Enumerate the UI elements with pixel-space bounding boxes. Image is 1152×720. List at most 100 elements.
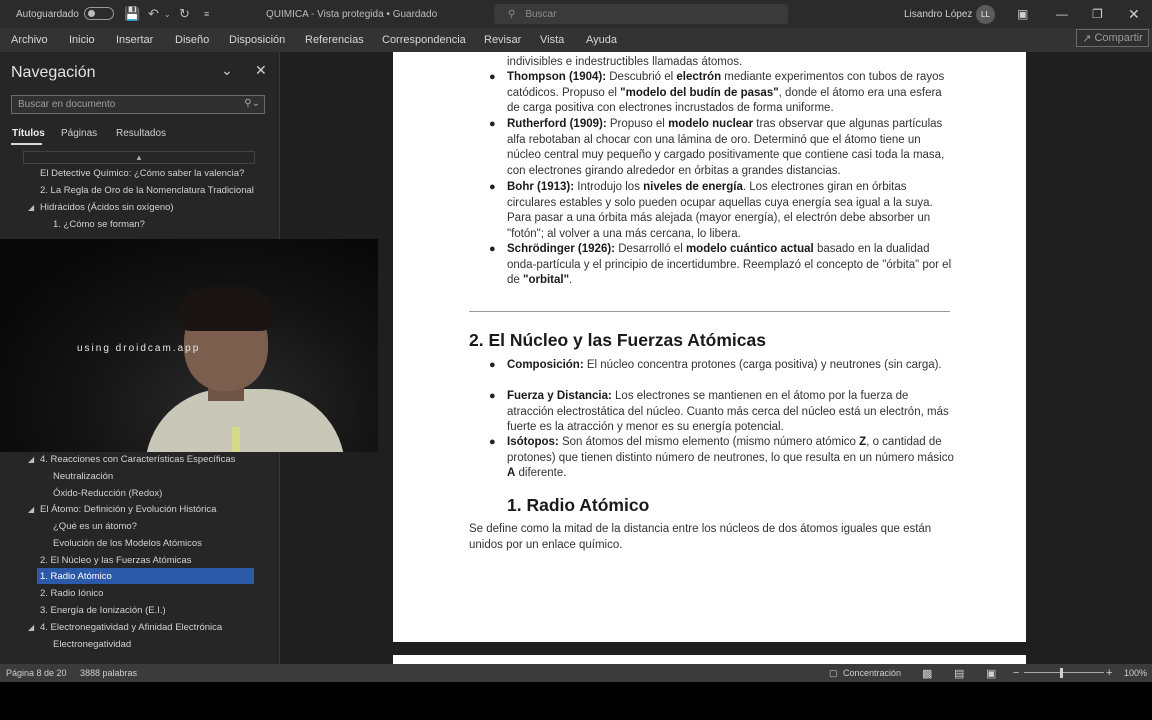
nav-tab-paginas[interactable]: Páginas xyxy=(61,128,97,139)
nav-tab-resultados[interactable]: Resultados xyxy=(116,128,166,139)
nav-item-label: 4. Electronegatividad y Afinidad Electró… xyxy=(40,621,223,633)
tab-revisar[interactable]: Revisar xyxy=(484,28,521,52)
close-icon[interactable]: ✕ xyxy=(1128,0,1140,28)
person-hair xyxy=(178,287,274,331)
search-placeholder: Buscar xyxy=(525,8,557,20)
tab-referencias[interactable]: Referencias xyxy=(305,28,364,52)
tab-disposicion[interactable]: Disposición xyxy=(229,28,285,52)
expand-triangle-icon[interactable]: ◢ xyxy=(28,505,34,514)
nav-item[interactable]: ◢ 4. Reacciones con Características Espe… xyxy=(28,451,236,467)
nav-item[interactable]: Electronegatividad xyxy=(53,636,131,652)
focus-icon[interactable]: ▢ xyxy=(829,664,838,682)
tab-ayuda[interactable]: Ayuda xyxy=(586,28,617,52)
nav-item[interactable]: 2. La Regla de Oro de la Nomenclatura Tr… xyxy=(40,182,254,198)
list-item: Bohr (1913): Introdujo los niveles de en… xyxy=(507,181,933,240)
title-bar: Autoguardado 💾 ↶ ⌄ ↻ ≡ QUIMICA - Vista p… xyxy=(0,0,1152,28)
tab-correspondencia[interactable]: Correspondencia xyxy=(382,28,466,52)
tab-archivo[interactable]: Archivo xyxy=(11,28,48,52)
expand-triangle-icon[interactable]: ◢ xyxy=(28,203,34,212)
tab-diseno[interactable]: Diseño xyxy=(175,28,209,52)
nav-item[interactable]: 2. El Núcleo y las Fuerzas Atómicas xyxy=(40,552,192,568)
paragraph: indivisibles e indestructibles llamadas … xyxy=(507,56,743,68)
nav-search-placeholder: Buscar en documento xyxy=(18,99,116,110)
webcam-watermark: using droidcam.app xyxy=(77,343,201,354)
tab-insertar[interactable]: Insertar xyxy=(116,28,153,52)
tab-vista[interactable]: Vista xyxy=(540,28,564,52)
nav-item[interactable]: Óxido-Reducción (Redox) xyxy=(53,485,162,501)
bullet: ● xyxy=(489,359,496,371)
zoom-out-icon[interactable]: − xyxy=(1013,664,1019,682)
scroll-up-bar[interactable]: ▲ xyxy=(23,151,255,164)
nav-item[interactable]: Evolución de los Modelos Atómicos xyxy=(53,535,202,551)
web-layout-icon[interactable]: ▣ xyxy=(986,664,996,682)
nav-item-label: 4. Reacciones con Características Especí… xyxy=(40,453,236,465)
redo-icon[interactable]: ↻ xyxy=(179,0,190,28)
user-name[interactable]: Lisandro López xyxy=(904,0,972,28)
customize-toolbar-icon[interactable]: ≡ xyxy=(204,0,209,28)
page-counter[interactable]: Página 8 de 20 xyxy=(6,664,67,682)
next-page[interactable] xyxy=(393,655,1026,664)
zoom-slider-thumb[interactable] xyxy=(1060,668,1063,678)
save-icon[interactable]: 💾 xyxy=(124,0,140,28)
bullet: ● xyxy=(489,436,496,448)
document-title[interactable]: QUIMICA - Vista protegida • Guardado xyxy=(266,0,437,28)
undo-icon[interactable]: ↶ xyxy=(148,0,159,28)
word-count[interactable]: 3888 palabras xyxy=(80,664,137,682)
word-window: Autoguardado 💾 ↶ ⌄ ↻ ≡ QUIMICA - Vista p… xyxy=(0,0,1152,720)
zoom-in-icon[interactable]: + xyxy=(1106,664,1112,682)
bullet: ● xyxy=(489,71,496,83)
nav-close-icon[interactable]: ✕ xyxy=(255,62,267,79)
document-area[interactable]: indivisibles e indestructibles llamadas … xyxy=(281,52,1152,664)
undo-dropdown-icon[interactable]: ⌄ xyxy=(164,0,171,28)
list-item: Isótopos: Son átomos del mismo elemento … xyxy=(507,436,954,479)
list-item: Schrödinger (1926): Desarrolló el modelo… xyxy=(507,243,952,286)
nav-item[interactable]: El Detective Químico: ¿Cómo saber la val… xyxy=(40,165,244,181)
section-heading: 2. El Núcleo y las Fuerzas Atómicas xyxy=(469,330,766,350)
share-icon: ↗ xyxy=(1082,32,1092,45)
nav-search-input[interactable]: Buscar en documento ⚲⌄ xyxy=(11,95,265,114)
nav-item[interactable]: 2. Radio Iónico xyxy=(40,585,103,601)
autosave-toggle[interactable] xyxy=(84,7,114,20)
collapse-up-icon: ▲ xyxy=(135,153,143,162)
horizontal-rule xyxy=(469,311,950,312)
person-strap xyxy=(232,427,240,452)
nav-item[interactable]: ◢ El Átomo: Definición y Evolución Histó… xyxy=(28,501,217,517)
nav-item-selected[interactable]: 1. Radio Atómico xyxy=(37,568,254,584)
avatar[interactable]: LL xyxy=(976,5,995,24)
share-button[interactable]: ↗ Compartir xyxy=(1076,29,1149,47)
search-box[interactable]: ⚲ Buscar xyxy=(494,4,788,24)
nav-item-label: El Átomo: Definición y Evolución Históri… xyxy=(40,503,217,515)
focus-mode-button[interactable]: Concentración xyxy=(843,664,901,682)
nav-tab-titulos[interactable]: Títulos xyxy=(12,128,45,139)
list-item: Rutherford (1909): Propuso el modelo nuc… xyxy=(507,118,945,177)
nav-title: Navegación xyxy=(11,64,96,81)
nav-item[interactable]: 1. ¿Cómo se forman? xyxy=(53,216,145,232)
ribbon-tabs: Archivo Inicio Insertar Diseño Disposici… xyxy=(0,28,1152,52)
expand-triangle-icon[interactable]: ◢ xyxy=(28,623,34,632)
zoom-slider-track[interactable] xyxy=(1024,672,1104,673)
bullet: ● xyxy=(489,390,496,402)
nav-item[interactable]: ¿Qué es un átomo? xyxy=(53,518,137,534)
list-item: Thompson (1904): Descubrió el electrón m… xyxy=(507,71,945,114)
print-layout-icon[interactable]: ▤ xyxy=(954,664,964,682)
nav-options-icon[interactable]: ⌄ xyxy=(221,62,233,79)
screen-border xyxy=(0,682,1152,720)
paragraph: Se define como la mitad de la distancia … xyxy=(469,523,932,551)
nav-item[interactable]: ◢ 4. Electronegatividad y Afinidad Elect… xyxy=(28,619,223,635)
search-icon[interactable]: ⚲⌄ xyxy=(244,98,260,109)
nav-item-label: Hidrácidos (Ácidos sin oxígeno) xyxy=(40,201,174,213)
document-page[interactable]: indivisibles e indestructibles llamadas … xyxy=(393,52,1026,642)
read-mode-icon[interactable]: ▩ xyxy=(922,664,932,682)
restore-icon[interactable]: ❐ xyxy=(1092,0,1103,28)
tab-inicio[interactable]: Inicio xyxy=(69,28,95,52)
search-icon: ⚲ xyxy=(508,8,516,20)
nav-item[interactable]: Neutralización xyxy=(53,468,113,484)
list-item: Composición: El núcleo concentra protone… xyxy=(507,359,942,371)
nav-item[interactable]: ◢ Hidrácidos (Ácidos sin oxígeno) xyxy=(28,199,174,215)
nav-item[interactable]: 3. Energía de Ionización (E.I.) xyxy=(40,602,166,618)
zoom-level[interactable]: 100% xyxy=(1124,664,1147,682)
minimize-icon[interactable]: — xyxy=(1056,0,1068,28)
subsection-heading: 1. Radio Atómico xyxy=(507,495,650,515)
expand-triangle-icon[interactable]: ◢ xyxy=(28,455,34,464)
ribbon-display-icon[interactable]: ▣ xyxy=(1017,0,1028,28)
